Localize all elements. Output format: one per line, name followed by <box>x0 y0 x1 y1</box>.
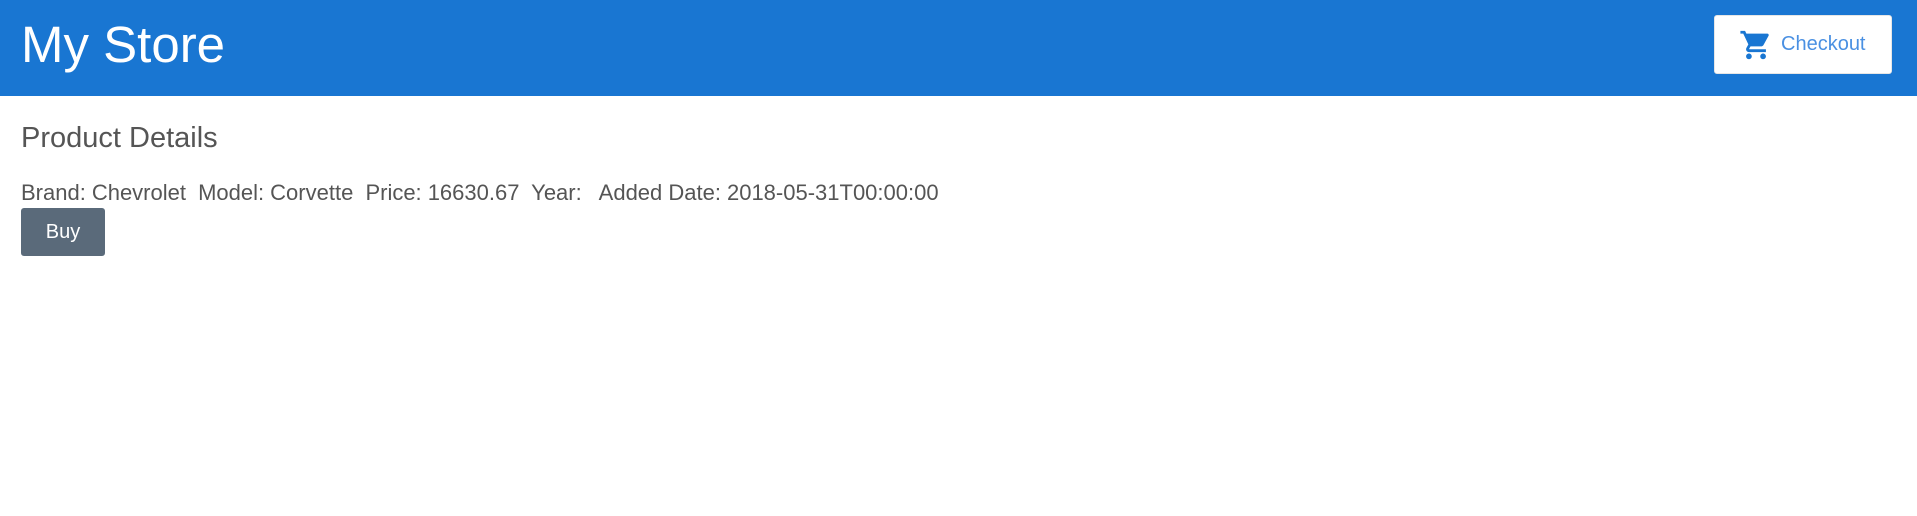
price-value: 16630.67 <box>427 180 520 205</box>
added-date-label: Added Date: <box>598 180 721 205</box>
brand-label: Brand: <box>21 180 86 205</box>
model-value: Corvette <box>270 180 354 205</box>
page-title: Product Details <box>21 122 218 154</box>
store-title[interactable]: My Store <box>21 14 225 76</box>
checkout-label: Checkout <box>1781 33 1866 55</box>
added-date-value: 2018-05-31T00:00:00 <box>726 180 939 205</box>
price-label: Price: <box>365 180 422 205</box>
top-navbar: My Store Checkout <box>0 0 1917 96</box>
year-label: Year: <box>531 180 582 205</box>
product-details: Brand: Chevrolet Model: Corvette Price: 166… <box>21 180 945 206</box>
buy-button[interactable]: Buy <box>21 208 105 256</box>
brand-value: Chevrolet <box>91 180 186 205</box>
shopping-cart-icon <box>1739 28 1773 62</box>
checkout-button[interactable]: Checkout <box>1714 15 1892 74</box>
model-label: Model: <box>198 180 265 205</box>
